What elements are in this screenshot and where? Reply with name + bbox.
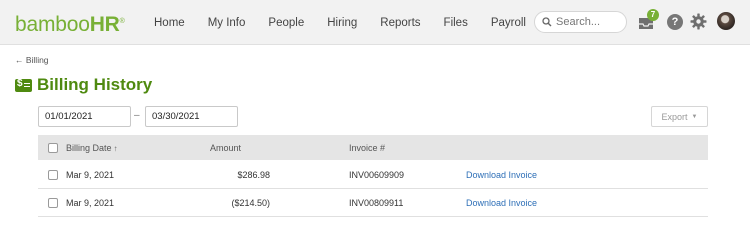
main-nav: Home My Info People Hiring Reports Files… (154, 0, 549, 45)
avatar[interactable] (717, 12, 735, 30)
column-header-invoice: Invoice # (349, 143, 386, 153)
invoice-number-cell: INV00609909 (349, 170, 405, 180)
column-header-billing-date[interactable]: Billing Date ↑ (66, 142, 118, 155)
billing-date-cell: Mar 9, 2021 (66, 198, 115, 208)
logo-text-main: bamboo (15, 13, 90, 36)
invoice-number-cell: INV00809911 (349, 198, 404, 208)
logo-registered-mark: ® (119, 18, 125, 25)
nav-payroll[interactable]: Payroll (491, 17, 526, 29)
export-button[interactable]: Export ▼ (651, 106, 708, 127)
select-all-checkbox[interactable] (48, 143, 58, 153)
top-navigation-bar: bambooHR® Home My Info People Hiring Rep… (0, 0, 750, 45)
help-icon[interactable]: ? (667, 14, 683, 30)
gear-icon[interactable] (690, 13, 707, 30)
date-range-separator: – (134, 110, 140, 121)
sort-arrow-icon: ↑ (113, 144, 118, 153)
table-row: Mar 9, 2021 ($214.50) INV00809911 Downlo… (38, 189, 708, 217)
inbox-count-badge: 7 (647, 9, 659, 21)
amount-cell: $286.98 (237, 170, 270, 180)
column-header-billing-date-label: Billing Date (66, 143, 112, 153)
nav-people[interactable]: People (268, 17, 304, 29)
download-invoice-link[interactable]: Download Invoice (466, 169, 537, 181)
bamboohr-logo[interactable]: bambooHR® (15, 10, 125, 36)
page-title-row: Billing History (15, 74, 152, 96)
row-checkbox[interactable] (48, 170, 58, 180)
export-label: Export (661, 111, 688, 122)
chevron-down-icon: ▼ (691, 113, 698, 120)
breadcrumb-back-billing[interactable]: ← Billing (15, 55, 49, 65)
row-checkbox[interactable] (48, 198, 58, 208)
amount-cell: ($214.50) (231, 198, 270, 208)
billing-date-cell: Mar 9, 2021 (66, 170, 115, 180)
search-icon (542, 17, 552, 27)
search-box[interactable] (534, 11, 627, 33)
column-header-amount: Amount (210, 143, 242, 153)
nav-files[interactable]: Files (444, 17, 468, 29)
logo-text-hr: HR (89, 13, 120, 36)
table-header-row: Billing Date ↑ Amount Invoice # (38, 135, 708, 160)
nav-home[interactable]: Home (154, 17, 185, 29)
start-date-input[interactable] (38, 106, 131, 127)
nav-reports[interactable]: Reports (380, 17, 420, 29)
page-title: Billing History (37, 75, 153, 94)
search-input[interactable] (556, 16, 622, 28)
nav-hiring[interactable]: Hiring (327, 17, 357, 29)
download-invoice-link[interactable]: Download Invoice (466, 197, 537, 209)
table-row: Mar 9, 2021 $286.98 INV00609909 Download… (38, 161, 708, 189)
end-date-input[interactable] (145, 106, 238, 127)
billing-icon (15, 78, 32, 92)
nav-my-info[interactable]: My Info (208, 17, 246, 29)
